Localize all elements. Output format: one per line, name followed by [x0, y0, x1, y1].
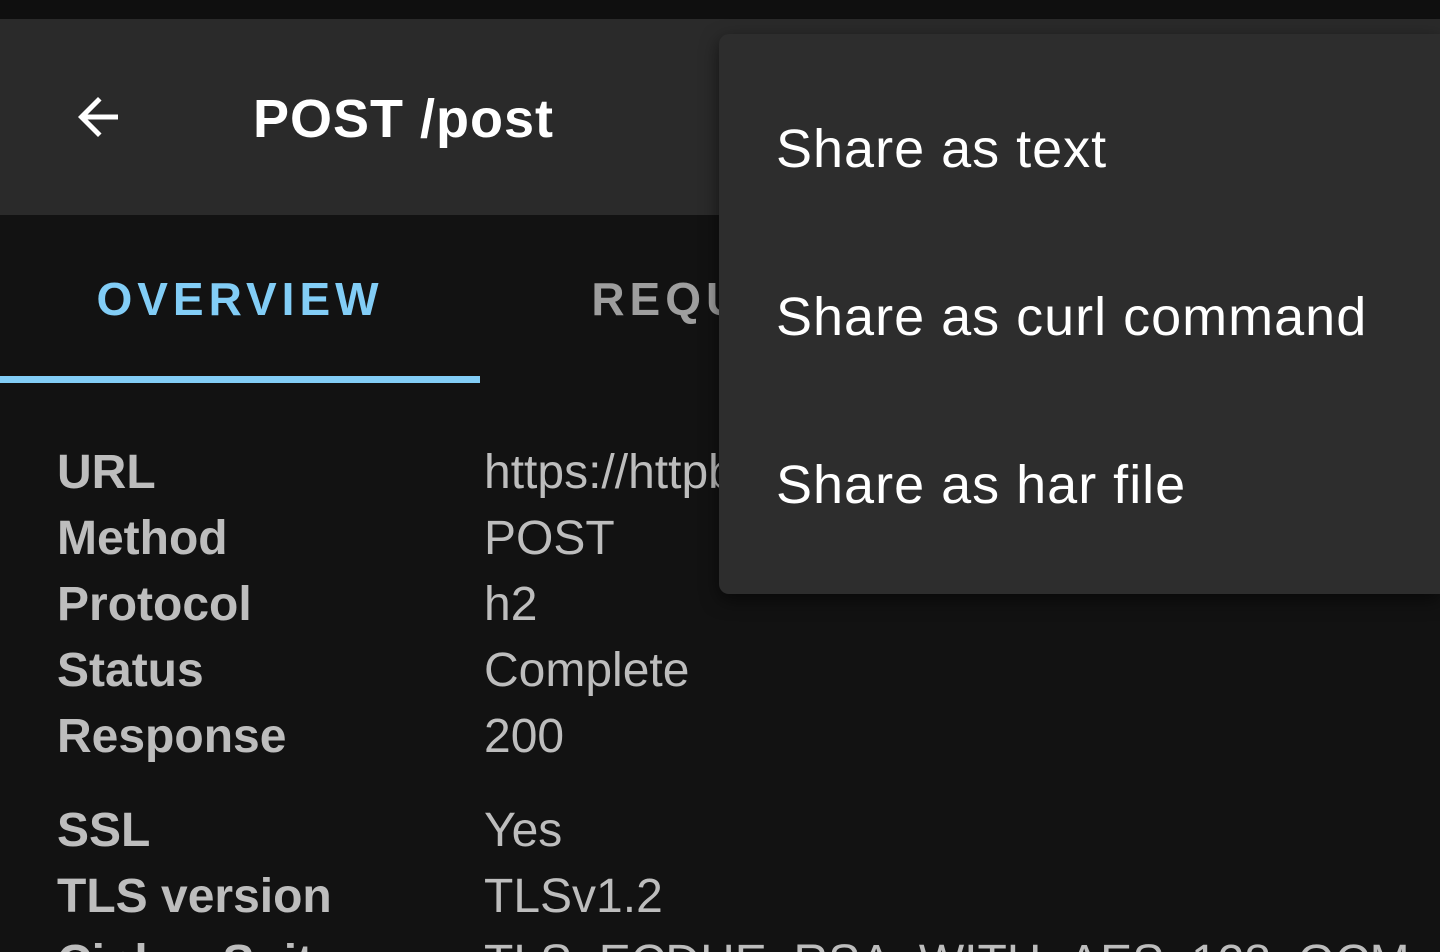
row-value: Yes [484, 804, 563, 857]
row-value: POST [484, 512, 615, 565]
menu-item-share-as-har[interactable]: Share as har file [719, 401, 1440, 569]
row-value: TLSv1.2 [484, 870, 663, 923]
status-bar [0, 0, 1440, 19]
row-label: Response [57, 710, 287, 763]
row-label: Method [57, 512, 228, 565]
row-label: Protocol [57, 578, 252, 631]
row-label: SSL [57, 804, 151, 857]
row-value: Complete [484, 644, 690, 697]
arrow-left-icon [78, 97, 118, 137]
row-label: URL [57, 446, 156, 499]
row-value: TLS_ECDHE_RSA_WITH_AES_128_GCM_SHA256 [484, 930, 1440, 952]
menu-item-share-as-curl[interactable]: Share as curl command [719, 233, 1440, 401]
row-value: 200 [484, 710, 565, 763]
transaction-detail-screen: POST /post OVERVIEW REQUEST URL https://… [0, 0, 1440, 952]
row-label: TLS version [57, 870, 332, 923]
tab-indicator [0, 376, 480, 383]
menu-item-label: Share as curl command [776, 287, 1368, 347]
page-title: POST /post [253, 89, 555, 149]
tab-overview-label: OVERVIEW [96, 273, 384, 325]
menu-item-label: Share as har file [776, 455, 1187, 515]
overview-row-status: Status Complete [0, 638, 1440, 704]
row-label: Cipher Suite [57, 930, 340, 952]
row-label: Status [57, 644, 204, 697]
share-popup-menu: Share as text Share as curl command Shar… [719, 34, 1440, 594]
overview-row-cipher-suite: Cipher Suite TLS_ECDHE_RSA_WITH_AES_128_… [0, 930, 1440, 952]
tab-overview[interactable]: OVERVIEW [0, 215, 480, 383]
overview-row-tls-version: TLS version TLSv1.2 [0, 864, 1440, 930]
overview-row-response: Response 200 [0, 704, 1440, 770]
menu-item-share-as-text[interactable]: Share as text [719, 65, 1440, 233]
menu-item-label: Share as text [776, 119, 1108, 179]
back-button[interactable] [50, 65, 146, 169]
overview-row-ssl: SSL Yes [0, 798, 1440, 864]
row-value: h2 [484, 578, 538, 631]
